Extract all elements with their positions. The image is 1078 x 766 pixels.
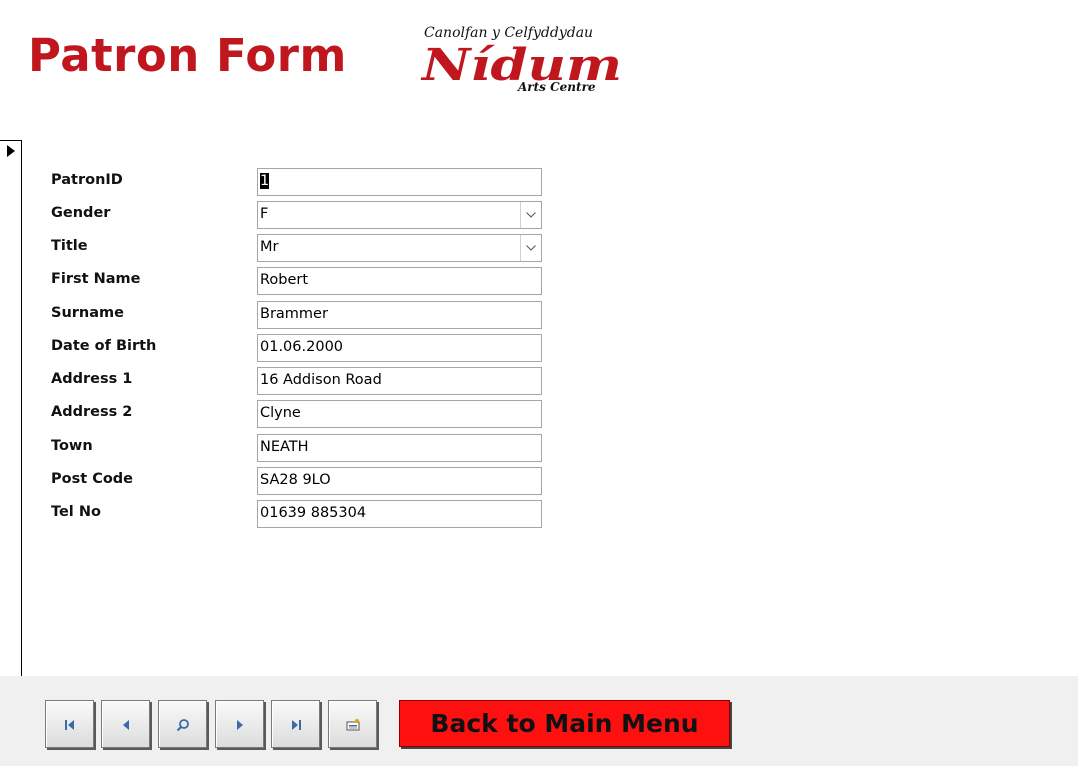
surname-label: Surname bbox=[51, 305, 124, 321]
new-record-icon bbox=[346, 719, 360, 731]
address1-label: Address 1 bbox=[51, 371, 133, 387]
next-record-icon bbox=[237, 720, 243, 730]
first-name-row: First Name Robert bbox=[51, 267, 542, 295]
last-record-icon bbox=[292, 720, 301, 730]
dob-field[interactable]: 01.06.2000 bbox=[257, 334, 542, 362]
patron-id-field[interactable]: 1 bbox=[257, 168, 542, 196]
postcode-field[interactable]: SA28 9LO bbox=[257, 467, 542, 495]
page-title: Patron Form bbox=[28, 29, 347, 82]
patron-id-label: PatronID bbox=[51, 172, 123, 188]
patron-id-row: PatronID 1 bbox=[51, 168, 542, 196]
gender-combobox[interactable]: F bbox=[257, 201, 542, 229]
previous-record-icon bbox=[123, 720, 129, 730]
dob-row: Date of Birth 01.06.2000 bbox=[51, 334, 542, 362]
town-label: Town bbox=[51, 438, 93, 454]
title-value: Mr bbox=[260, 239, 279, 255]
first-record-icon bbox=[65, 720, 74, 730]
logo: Canolfan y Celfyddydau Nídum Arts Centre bbox=[420, 20, 630, 98]
postcode-label: Post Code bbox=[51, 471, 134, 487]
title-row: Title Mr bbox=[51, 234, 542, 262]
gender-value: F bbox=[260, 206, 269, 222]
logo-subtitle: Arts Centre bbox=[517, 80, 596, 94]
chevron-down-icon bbox=[526, 245, 536, 251]
title-dropdown-button[interactable] bbox=[520, 235, 541, 261]
record-selector[interactable] bbox=[0, 140, 22, 676]
surname-field[interactable]: Brammer bbox=[257, 301, 542, 329]
first-name-label: First Name bbox=[51, 271, 141, 287]
address1-row: Address 1 16 Addison Road bbox=[51, 367, 542, 395]
tel-label: Tel No bbox=[51, 504, 101, 520]
form-footer: Back to Main Menu bbox=[0, 676, 1078, 766]
first-name-field[interactable]: Robert bbox=[257, 267, 542, 295]
title-label: Title bbox=[51, 238, 88, 254]
current-record-arrow-icon bbox=[7, 145, 15, 157]
chevron-down-icon bbox=[526, 212, 536, 218]
surname-row: Surname Brammer bbox=[51, 301, 542, 329]
tel-field[interactable]: 01639 885304 bbox=[257, 500, 542, 528]
town-field[interactable]: NEATH bbox=[257, 434, 542, 462]
last-record-button[interactable] bbox=[271, 700, 320, 748]
dob-label: Date of Birth bbox=[51, 338, 157, 354]
gender-label: Gender bbox=[51, 205, 111, 221]
title-combobox[interactable]: Mr bbox=[257, 234, 542, 262]
gender-dropdown-button[interactable] bbox=[520, 202, 541, 228]
postcode-row: Post Code SA28 9LO bbox=[51, 467, 542, 495]
tel-row: Tel No 01639 885304 bbox=[51, 500, 542, 528]
back-to-main-menu-button[interactable]: Back to Main Menu bbox=[399, 700, 730, 747]
first-record-button[interactable] bbox=[45, 700, 94, 748]
address1-field[interactable]: 16 Addison Road bbox=[257, 367, 542, 395]
new-record-button[interactable] bbox=[328, 700, 377, 748]
address2-row: Address 2 Clyne bbox=[51, 400, 542, 428]
find-record-button[interactable] bbox=[158, 700, 207, 748]
address2-field[interactable]: Clyne bbox=[257, 400, 542, 428]
logo-tagline: Canolfan y Celfyddydau bbox=[424, 25, 593, 41]
patron-id-value: 1 bbox=[260, 173, 270, 189]
previous-record-button[interactable] bbox=[101, 700, 150, 748]
address2-label: Address 2 bbox=[51, 404, 133, 420]
gender-row: Gender F bbox=[51, 201, 542, 229]
town-row: Town NEATH bbox=[51, 434, 542, 462]
find-icon bbox=[176, 719, 189, 732]
next-record-button[interactable] bbox=[215, 700, 264, 748]
